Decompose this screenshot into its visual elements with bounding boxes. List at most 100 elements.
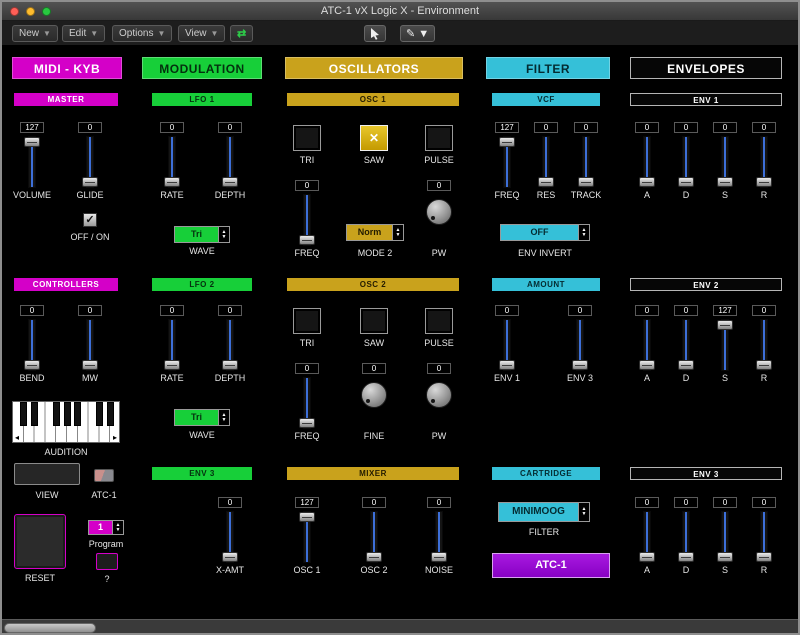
spin-down-icon[interactable]: ▼ (582, 512, 587, 517)
env1-s-fader[interactable]: 0 S (707, 122, 743, 204)
fader-track[interactable] (678, 319, 694, 371)
fader-thumb[interactable] (756, 177, 772, 187)
fader-thumb[interactable] (639, 177, 655, 187)
fader-track[interactable] (678, 136, 694, 188)
fader-track[interactable] (499, 136, 515, 188)
lfo2-depth-fader[interactable]: 0 DEPTH (212, 305, 248, 387)
fader-track[interactable] (639, 319, 655, 371)
fader-thumb[interactable] (639, 552, 655, 562)
fader-track[interactable] (756, 319, 772, 371)
fader-thumb[interactable] (164, 360, 180, 370)
value-display[interactable]: 0 (568, 305, 592, 316)
value-display[interactable]: 0 (674, 497, 698, 508)
black-key[interactable] (31, 402, 38, 426)
value-display[interactable]: 0 (713, 122, 737, 133)
stepper-arrows[interactable]: ▲ ▼ (218, 227, 229, 242)
value-display[interactable]: 0 (160, 122, 184, 133)
value-display[interactable]: 127 (20, 122, 44, 133)
fader-track[interactable] (578, 136, 594, 188)
lfo1-rate-fader[interactable]: 0 RATE (154, 122, 190, 204)
fader-thumb[interactable] (756, 360, 772, 370)
stepper-arrows[interactable]: ▲ ▼ (578, 225, 589, 240)
value-display[interactable]: 0 (78, 122, 102, 133)
black-key[interactable] (53, 402, 60, 426)
fader-track[interactable] (299, 194, 315, 246)
value-display[interactable]: 0 (713, 497, 737, 508)
fader-thumb[interactable] (756, 552, 772, 562)
fader-thumb[interactable] (299, 418, 315, 428)
fader-thumb[interactable] (717, 552, 733, 562)
fader-track[interactable] (24, 319, 40, 371)
fader-track[interactable] (717, 511, 733, 563)
fader-track[interactable] (756, 511, 772, 563)
env3-a-fader[interactable]: 0 A (629, 497, 665, 579)
help-button[interactable] (96, 553, 118, 570)
lfo2-rate-fader[interactable]: 0 RATE (154, 305, 190, 387)
fader-track[interactable] (222, 319, 238, 371)
osc1-pw-knob[interactable]: 0 PW (421, 180, 457, 262)
fader-thumb[interactable] (678, 552, 694, 562)
env3-s-fader[interactable]: 0 S (707, 497, 743, 579)
fader-track[interactable] (639, 136, 655, 188)
spin-down-icon[interactable]: ▼ (222, 418, 227, 423)
value-display[interactable]: 127 (495, 122, 519, 133)
vcf-freq-fader[interactable]: 127 FREQ (489, 122, 525, 204)
env2-s-fader[interactable]: 127 S (707, 305, 743, 387)
fader-thumb[interactable] (164, 177, 180, 187)
value-display[interactable]: 0 (20, 305, 44, 316)
spin-down-icon[interactable]: ▼ (396, 233, 401, 238)
octave-right-icon[interactable]: ▸ (113, 434, 117, 442)
lfo1-wave-select[interactable]: Tri ▲ ▼ (174, 226, 230, 243)
value-display[interactable]: 0 (218, 497, 242, 508)
knob-dial[interactable] (426, 199, 452, 225)
value-display[interactable]: 0 (752, 497, 776, 508)
selected-value[interactable]: MINIMOOG (499, 503, 578, 521)
value-display[interactable]: 0 (295, 180, 319, 191)
fader-track[interactable] (299, 377, 315, 429)
fader-track[interactable] (222, 511, 238, 563)
selected-value[interactable]: 1 (89, 521, 112, 534)
stepper-arrows[interactable]: ▲ ▼ (392, 225, 403, 240)
osc2-freq-fader[interactable]: 0 FREQ (289, 363, 325, 445)
value-display[interactable]: 127 (295, 497, 319, 508)
osc1-saw-button[interactable]: ✕ (360, 125, 388, 151)
atc1-button[interactable]: ATC-1 (492, 553, 610, 578)
fader-thumb[interactable] (678, 360, 694, 370)
osc2-fine-knob[interactable]: 0 FINE (356, 363, 392, 445)
fader-thumb[interactable] (538, 177, 554, 187)
volume-fader[interactable]: 127 VOLUME (14, 122, 50, 204)
fader-thumb[interactable] (222, 360, 238, 370)
fader-thumb[interactable] (24, 360, 40, 370)
knob-dial[interactable] (426, 382, 452, 408)
menu-view[interactable]: View ▼ (178, 25, 225, 42)
value-display[interactable]: 0 (674, 122, 698, 133)
spin-down-icon[interactable]: ▼ (116, 528, 121, 533)
black-key[interactable] (64, 402, 71, 426)
mw-fader[interactable]: 0 MW (72, 305, 108, 387)
fader-track[interactable] (717, 136, 733, 188)
master-offon-checkbox[interactable]: ✓ (83, 213, 97, 227)
fader-track[interactable] (366, 511, 382, 563)
fader-track[interactable] (431, 511, 447, 563)
env2-d-fader[interactable]: 0 D (668, 305, 704, 387)
minimize-button[interactable] (26, 7, 35, 16)
menu-options[interactable]: Options ▼ (112, 25, 172, 42)
fader-thumb[interactable] (24, 137, 40, 147)
fader-thumb[interactable] (678, 177, 694, 187)
selected-value[interactable]: Tri (175, 227, 218, 242)
stepper-arrows[interactable]: ▲ ▼ (578, 503, 589, 521)
fader-track[interactable] (299, 511, 315, 563)
env2-r-fader[interactable]: 0 R (746, 305, 782, 387)
fader-track[interactable] (717, 319, 733, 371)
cartridge-select[interactable]: MINIMOOG ▲ ▼ (498, 502, 590, 522)
value-display[interactable]: 0 (427, 363, 451, 374)
bend-fader[interactable]: 0 BEND (14, 305, 50, 387)
fader-track[interactable] (639, 511, 655, 563)
fader-track[interactable] (82, 319, 98, 371)
osc1-mode-select[interactable]: Norm ▲ ▼ (346, 224, 404, 241)
fader-track[interactable] (678, 511, 694, 563)
value-display[interactable]: 127 (713, 305, 737, 316)
octave-left-icon[interactable]: ◂ (15, 434, 19, 442)
value-display[interactable]: 0 (218, 122, 242, 133)
black-key[interactable] (96, 402, 103, 426)
